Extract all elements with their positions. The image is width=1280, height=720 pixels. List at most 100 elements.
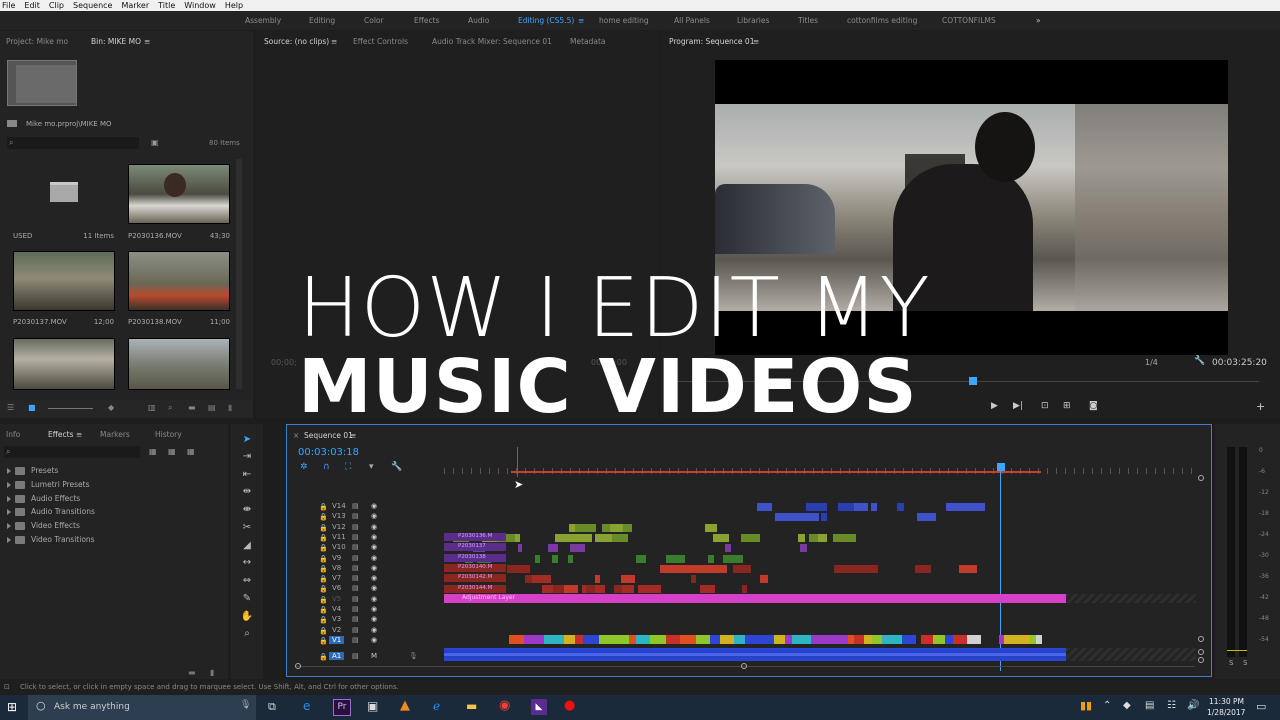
tab-sequence-01[interactable]: Sequence 01 [304,431,353,440]
trash-icon[interactable]: ▮ [210,668,214,677]
lock-icon[interactable]: 🔒 [319,513,328,521]
expand-icon[interactable] [7,496,11,502]
menu-sequence[interactable]: Sequence [73,1,112,10]
store-icon[interactable]: ▣ [367,699,378,713]
timeline-clip[interactable] [1036,635,1042,644]
menu-edit[interactable]: Edit [24,1,40,10]
timeline-clip[interactable] [724,544,731,553]
timeline-clip[interactable] [635,554,646,563]
timeline-clip[interactable] [712,533,730,542]
timeline-clip[interactable] [833,533,857,542]
timeline-clip[interactable] [945,635,953,644]
marker-icon[interactable]: ▾ [369,462,374,472]
sync-lock-icon[interactable]: ▤ [352,564,359,572]
new-bin-icon[interactable]: ▣ [151,138,159,147]
sync-lock-icon[interactable]: ▤ [352,554,359,562]
timeline-clip[interactable] [509,635,524,644]
timeline-clip[interactable] [583,635,599,644]
track-label[interactable]: V1 [329,635,345,644]
timeline-clip[interactable] [872,635,882,644]
automate-icon[interactable]: ▥ [148,403,156,412]
timeline-clip[interactable] [933,635,945,644]
timeline-clip[interactable] [705,523,717,532]
track-label[interactable]: V3 [329,615,344,623]
eye-icon[interactable]: ◉ [371,605,377,613]
eye-icon[interactable]: ◉ [371,512,377,520]
track-label[interactable]: V13 [329,512,349,520]
tree-audio-effects[interactable]: Audio Effects [7,494,80,503]
volume-icon[interactable]: 🔊 [1187,700,1199,711]
track-label[interactable]: V4 [329,605,344,613]
windows-start-icon[interactable]: ⊞ [7,700,17,714]
effects-search-input[interactable]: ⌕ [4,446,140,458]
playback-resolution[interactable]: 1/4 [1145,358,1158,367]
timeline-clip[interactable] [1016,635,1030,644]
track-header[interactable]: 🔒 V9 ▤ ◉ [317,554,437,564]
timeline-clip[interactable] [696,635,710,644]
timeline-clip[interactable] [575,635,583,644]
scrollbar[interactable] [236,159,242,389]
sync-lock-icon[interactable]: ▤ [352,502,359,510]
workspace-menu-icon[interactable]: ≡ [578,16,584,25]
premiere-icon[interactable]: Pr [333,699,351,716]
timeline-clip[interactable] [621,575,636,584]
timeline-clip[interactable] [609,533,629,542]
track-label[interactable]: V7 [329,574,344,582]
timeline-clip[interactable] [958,564,977,573]
rate-stretch-tool-icon[interactable]: ⇼ [240,504,254,516]
lock-icon[interactable]: 🔒 [319,653,328,661]
chrome-icon[interactable]: ◉ [499,698,510,713]
timeline-clip[interactable] [760,575,768,584]
track-header[interactable]: 🔒 V1 ▤ ◉ [317,635,437,646]
tree-presets[interactable]: Presets [7,466,58,475]
track-header[interactable]: 🔒 V3 ▤ ◉ [317,615,437,625]
panel-menu-icon[interactable]: ≡ [350,431,356,440]
eye-icon[interactable]: ◉ [371,564,377,572]
timeline-clip[interactable] [761,635,774,644]
sync-lock-icon[interactable]: ▤ [352,584,359,592]
timeline-clip[interactable] [967,635,981,644]
timeline-clip[interactable] [981,635,993,644]
timeline-clip[interactable]: P2030136.M [444,533,506,541]
timeline-clip[interactable] [564,635,575,644]
timeline-clip[interactable] [556,533,582,542]
menu-file[interactable]: File [2,1,15,10]
workspace-libraries[interactable]: Libraries [737,16,769,25]
timeline-clip[interactable] [799,544,807,553]
solo-right-button[interactable]: S [1243,659,1247,667]
menu-marker[interactable]: Marker [121,1,149,10]
timeline-clip[interactable] [690,575,696,584]
timeline-clip[interactable] [547,544,559,553]
file-explorer-icon[interactable]: ▬ [466,699,477,713]
track-header[interactable]: 🔒 V14 ▤ ◉ [317,502,437,512]
overwrite-icon[interactable]: ⊞ [1063,401,1071,411]
timeline-clip[interactable] [595,575,600,584]
lock-icon[interactable]: 🔒 [319,555,328,563]
task-view-icon[interactable]: ⧉ [268,700,276,714]
timeline-clip[interactable] [734,635,745,644]
timeline-clip[interactable] [792,635,811,644]
sync-lock-icon[interactable]: ▤ [352,595,359,603]
eye-icon[interactable]: ◉ [371,595,377,603]
expand-icon[interactable] [7,537,11,543]
camera-icon[interactable]: ◙ [1089,401,1098,411]
playhead-icon[interactable] [969,377,977,385]
timeline-clip[interactable] [854,635,864,644]
timeline-clip[interactable] [541,585,554,594]
wrench-icon[interactable]: 🔧 [1194,356,1205,366]
slip-tool-icon[interactable]: ↔ [240,557,254,569]
workspace-audio[interactable]: Audio [468,16,489,25]
timeline-clip[interactable] [564,585,578,594]
timeline-clip[interactable] [551,554,558,563]
adjustment-layer-clip[interactable]: Adjustment Layer [444,594,1066,603]
workspace-cottonfilms[interactable]: COTTONFILMS [942,16,996,25]
eye-icon[interactable]: ◉ [371,584,377,592]
scroll-handle[interactable] [741,663,747,669]
timeline-clip[interactable] [785,635,792,644]
ripple-edit-tool-icon[interactable]: ⇤ [240,469,254,481]
timeline-clip[interactable] [575,523,597,532]
sync-lock-icon[interactable]: ▤ [352,574,359,582]
ie-icon[interactable]: ℯ [433,699,440,713]
list-view-icon[interactable]: ☰ [7,403,14,412]
visual-studio-icon[interactable]: ◣ [531,699,547,715]
